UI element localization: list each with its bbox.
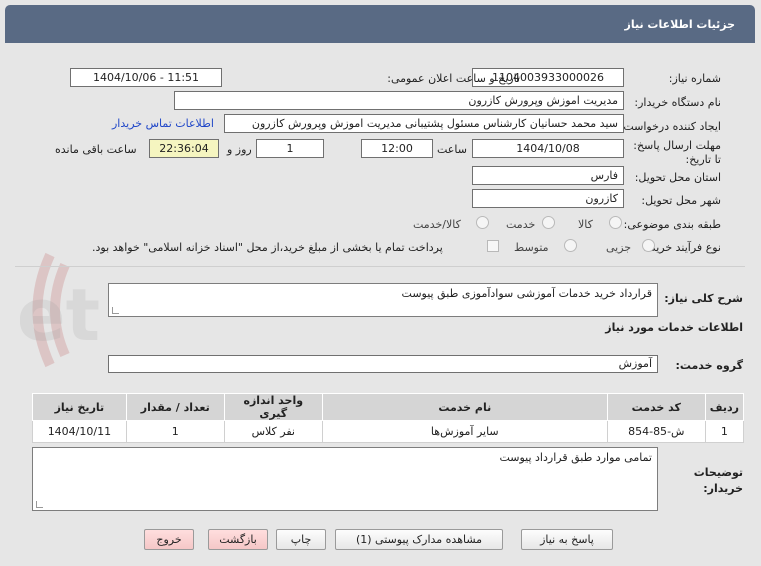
announce-field: 1404/10/06 - 11:51 xyxy=(70,68,222,87)
province-field: فارس xyxy=(472,166,624,185)
buyer-notes-label-line1: توضیحات xyxy=(693,466,743,479)
process-radio-minor[interactable] xyxy=(642,239,655,252)
deadline-time-label: ساعت xyxy=(437,143,467,156)
back-button[interactable]: بازگشت xyxy=(208,529,268,550)
city-label: شهر محل تحویل: xyxy=(641,194,721,207)
col-unit: واحد اندازه گیری xyxy=(223,393,323,421)
deadline-date-field: 1404/10/08 xyxy=(472,139,624,158)
view-attachments-button[interactable]: مشاهده مدارک پیوستی (1) xyxy=(335,529,503,550)
category-label: طبقه بندی موضوعی: xyxy=(623,218,721,231)
announce-label: تاریخ و ساعت اعلان عمومی: xyxy=(387,72,520,85)
service-group-field: آموزش xyxy=(108,355,658,373)
window-title: جزئیات اطلاعات نیاز xyxy=(624,18,736,31)
category-radio-service[interactable] xyxy=(542,216,555,229)
exit-button[interactable]: خروج xyxy=(144,529,194,550)
process-radio-medium[interactable] xyxy=(564,239,577,252)
buyer-org-label: نام دستگاه خریدار: xyxy=(634,96,721,109)
cell-need-date: 1404/10/11 xyxy=(32,420,127,443)
deadline-time-field: 12:00 xyxy=(361,139,433,158)
category-option-service: خدمت xyxy=(506,218,536,231)
deadline-label: مهلت ارسال پاسخ: تا تاریخ: xyxy=(633,139,721,166)
days-label: روز و xyxy=(227,143,252,156)
cell-service-name: سایر آموزش‌ها xyxy=(321,420,608,443)
summary-text: قرارداد خرید خدمات آموزشی سوادآموزی طبق … xyxy=(401,287,652,300)
treasury-payment-checkbox[interactable] xyxy=(487,240,499,252)
watermark-text: AriaTender.net xyxy=(20,273,100,357)
cell-quantity: 1 xyxy=(125,420,225,443)
cell-unit: نفر کلاس xyxy=(223,420,323,443)
col-row-number: ردیف xyxy=(704,393,745,421)
process-label: نوع فرآیند خرید : xyxy=(643,241,721,254)
summary-label: شرح کلی نیاز: xyxy=(664,292,743,305)
remaining-time-label: ساعت باقی مانده xyxy=(55,143,137,156)
table-row: 1 ش-85-854 سایر آموزش‌ها نفر کلاس 1 1404… xyxy=(32,420,745,443)
window-titlebar: جزئیات اطلاعات نیاز xyxy=(5,5,755,43)
days-field: 1 xyxy=(256,139,324,158)
city-field: کازرون xyxy=(472,189,624,208)
contact-info-link[interactable]: اطلاعات تماس خریدار xyxy=(112,117,214,130)
creator-label: ایجاد کننده درخواست: xyxy=(619,120,721,133)
col-service-code: کد خدمت xyxy=(606,393,706,421)
need-number-label: شماره نیاز: xyxy=(668,72,721,85)
col-quantity: تعداد / مقدار xyxy=(125,393,225,421)
creator-field: سید محمد حسانیان کارشناس مسئول پشتیبانی … xyxy=(224,114,624,133)
services-table: ردیف کد خدمت نام خدمت واحد اندازه گیری ت… xyxy=(32,393,745,443)
buyer-notes-label-line2: خریدار: xyxy=(703,482,743,495)
summary-textarea: قرارداد خرید خدمات آموزشی سوادآموزی طبق … xyxy=(108,283,658,317)
category-radio-goods[interactable] xyxy=(609,216,622,229)
category-option-goods-service: کالا/خدمت xyxy=(413,218,461,231)
buyer-notes-textarea: تمامی موارد طبق قرارداد پیوست xyxy=(32,447,658,511)
reply-button[interactable]: پاسخ به نیاز xyxy=(521,529,613,550)
province-label: استان محل تحویل: xyxy=(634,171,721,184)
buyer-notes-text: تمامی موارد طبق قرارداد پیوست xyxy=(499,451,652,464)
col-service-name: نام خدمت xyxy=(321,393,608,421)
category-radio-goods-service[interactable] xyxy=(476,216,489,229)
category-option-goods: کالا xyxy=(578,218,593,231)
cell-row-number: 1 xyxy=(704,420,745,443)
treasury-payment-note: پرداخت تمام یا بخشی از مبلغ خرید،از محل … xyxy=(92,241,443,254)
services-section-title: اطلاعات خدمات مورد نیاز xyxy=(605,321,743,334)
service-group-label: گروه خدمت: xyxy=(675,359,743,372)
remaining-time-field: 22:36:04 xyxy=(149,139,219,158)
resize-grip-icon[interactable] xyxy=(112,307,119,314)
cell-service-code: ش-85-854 xyxy=(606,420,706,443)
col-need-date: تاریخ نیاز xyxy=(32,393,127,421)
table-header-row: ردیف کد خدمت نام خدمت واحد اندازه گیری ت… xyxy=(32,393,745,421)
buyer-notes-label: توضیحات خریدار: xyxy=(694,465,743,497)
process-option-medium: متوسط xyxy=(514,241,549,254)
watermark-arc-icon xyxy=(32,252,70,368)
print-button[interactable]: چاپ xyxy=(276,529,326,550)
process-option-minor: جزیی xyxy=(606,241,632,254)
divider xyxy=(15,266,745,267)
need-details-page: AriaTender.net جزئیات اطلاعات نیاز شماره… xyxy=(0,0,761,566)
buyer-org-field: مدیریت اموزش وپرورش کازرون xyxy=(174,91,624,110)
resize-grip-icon[interactable] xyxy=(36,501,43,508)
